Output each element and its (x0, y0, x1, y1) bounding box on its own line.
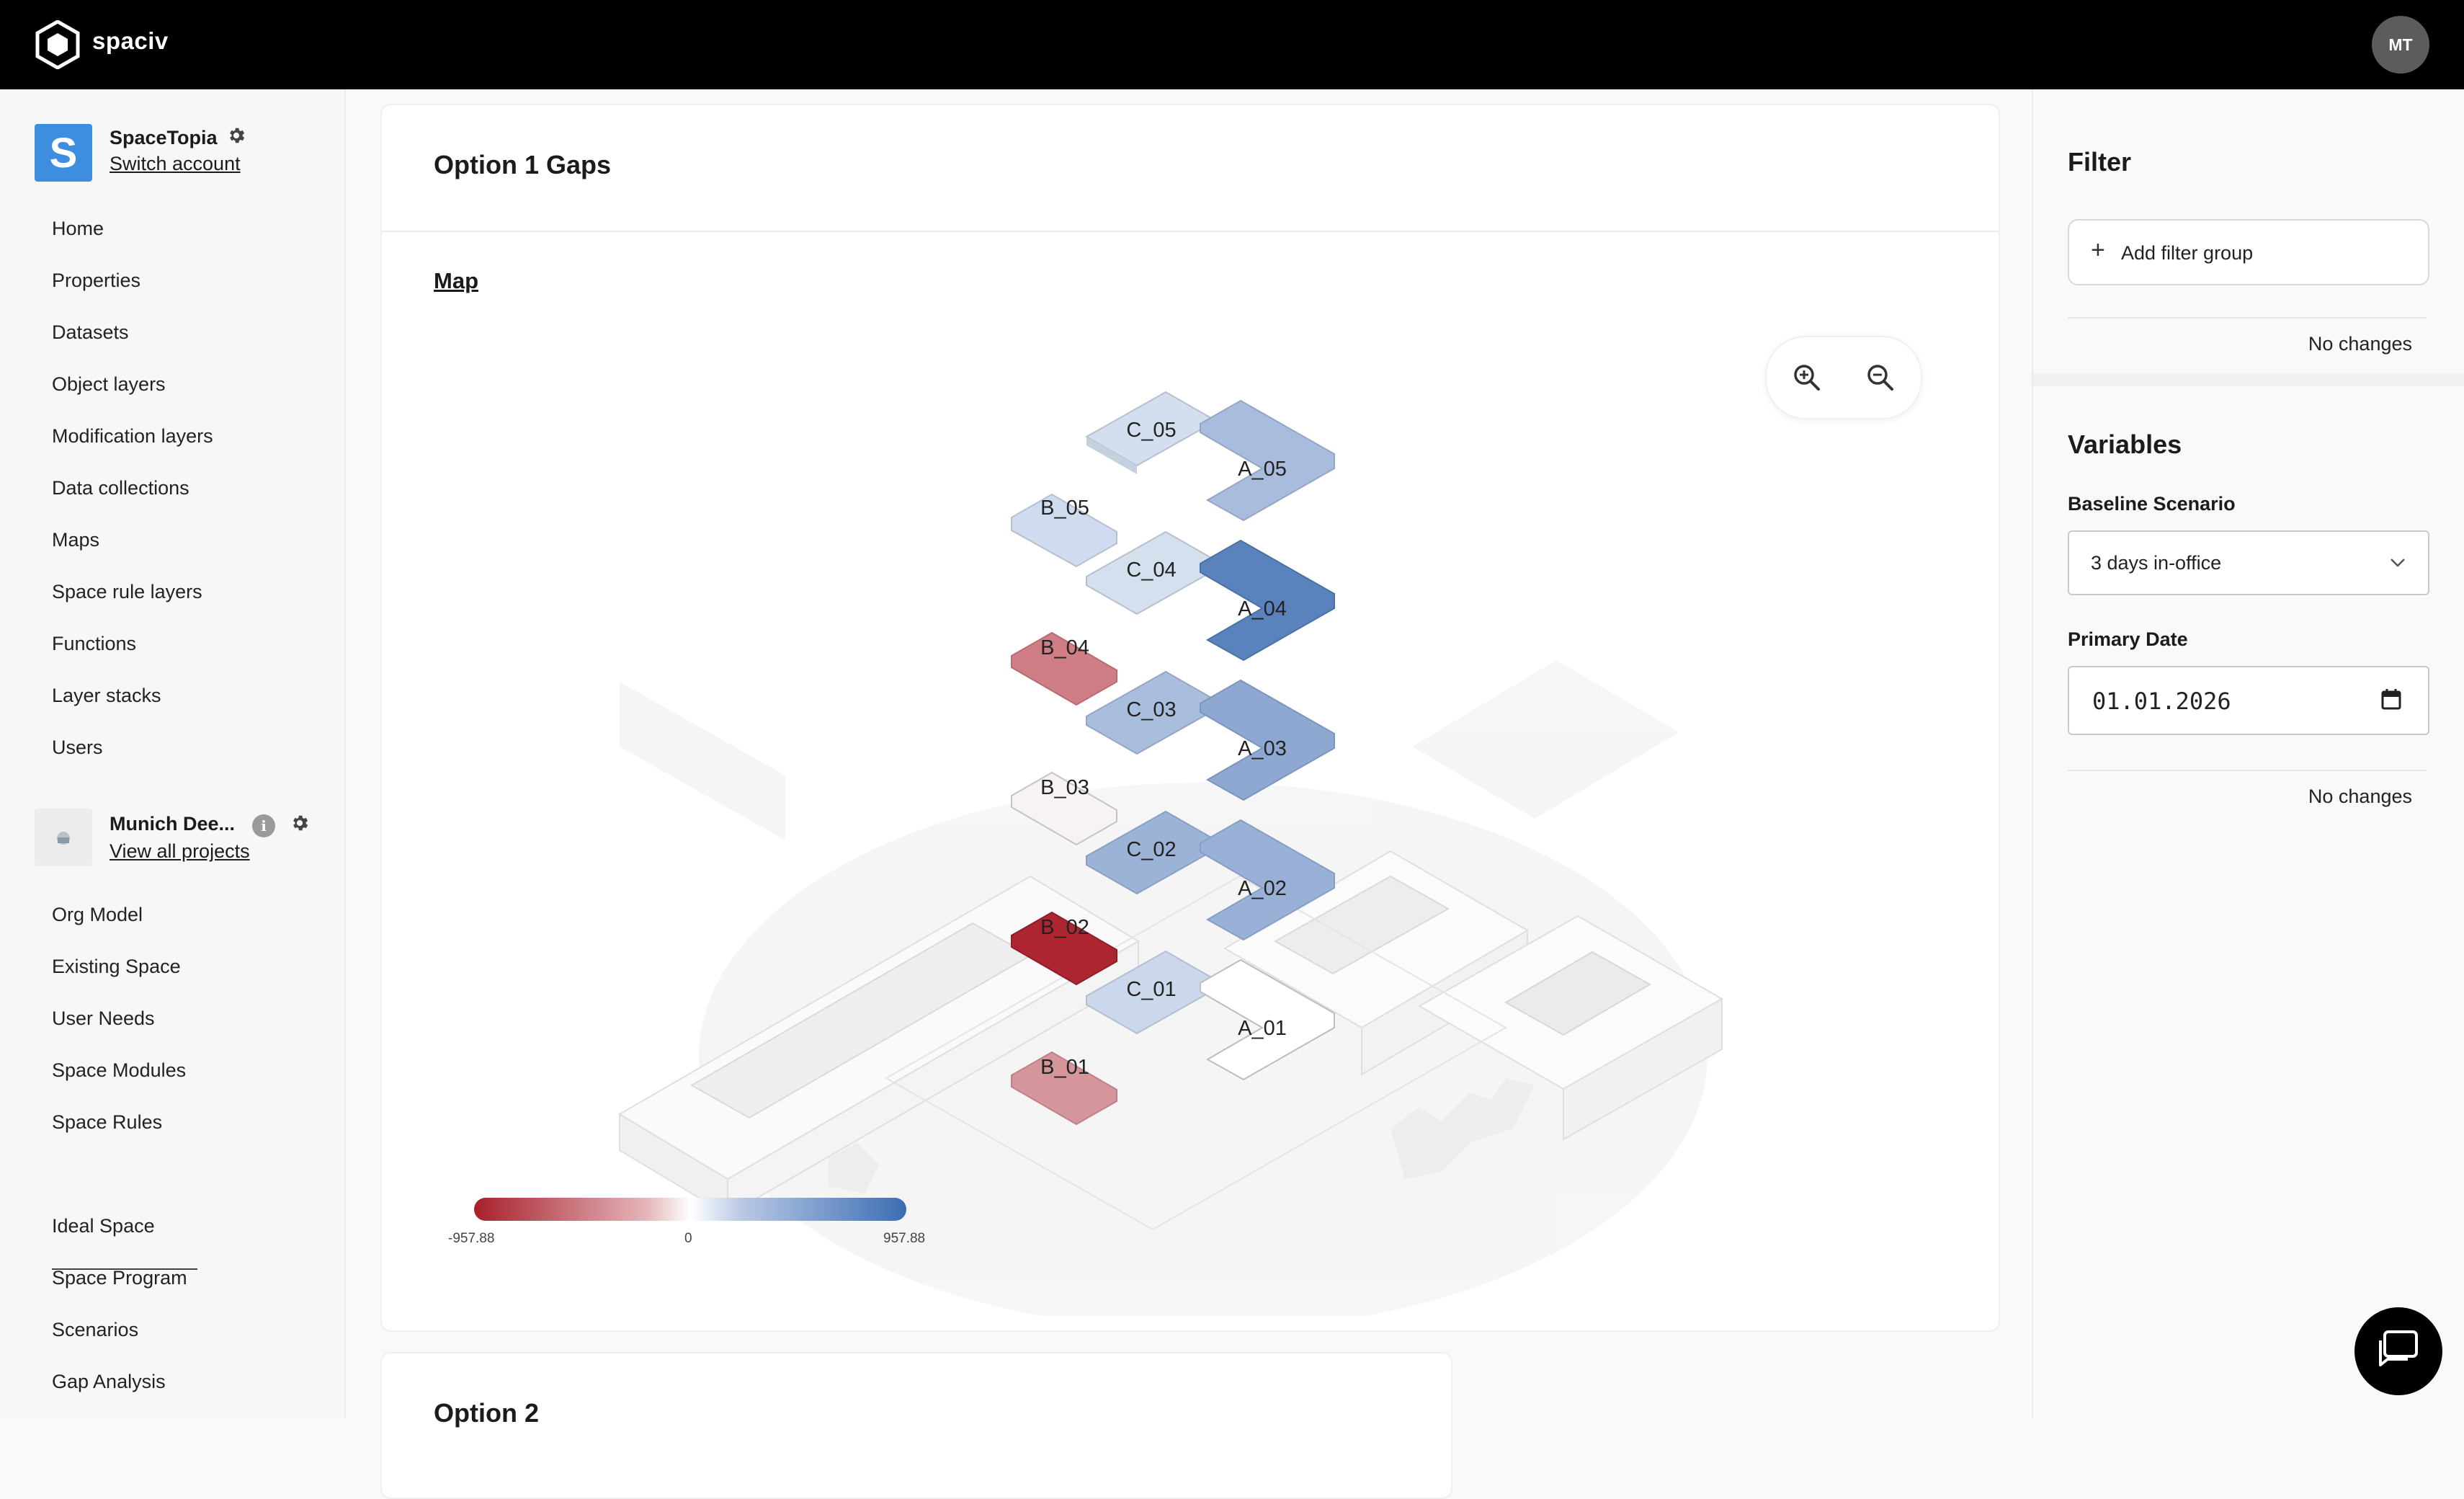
nav-item-users[interactable]: Users (52, 737, 103, 759)
zone-label: B_01 (1040, 1056, 1089, 1079)
project-thumbnail (35, 809, 92, 866)
filter-status: No changes (2308, 333, 2412, 355)
chat-icon (2379, 1330, 2418, 1366)
nav-item-scenarios[interactable]: Scenarios (52, 1319, 138, 1341)
zone-label: B_04 (1040, 636, 1089, 659)
zone-label: C_02 (1126, 838, 1176, 861)
nav-item-object-layers[interactable]: Object layers (52, 373, 166, 396)
zone-label: A_02 (1238, 877, 1287, 900)
info-icon[interactable]: i (252, 814, 275, 837)
nav-item-maps[interactable]: Maps (52, 529, 99, 551)
add-filter-group-button[interactable]: + Add filter group (2068, 219, 2429, 285)
nav-item-space-program[interactable]: Space Program (52, 1267, 187, 1289)
page-title: Option 1 Gaps (434, 150, 612, 179)
primary-date-input[interactable]: 01.01.2026 (2068, 666, 2429, 735)
zone-label: C_05 (1126, 419, 1176, 442)
project-image-icon (57, 832, 70, 845)
nav-item-datasets[interactable]: Datasets (52, 321, 129, 344)
zone-label: A_04 (1238, 597, 1287, 620)
plus-icon: + (2091, 236, 2105, 264)
variables-status: No changes (2308, 786, 2412, 807)
zoom-out-icon[interactable] (1860, 357, 1901, 398)
nav-item-existing-space[interactable]: Existing Space (52, 956, 181, 978)
switch-account-link[interactable]: Switch account (110, 153, 241, 175)
user-avatar[interactable]: MT (2372, 16, 2429, 74)
zone-label: C_01 (1126, 978, 1176, 1001)
nav-item-space-rule-layers[interactable]: Space rule layers (52, 581, 202, 603)
zone-label: A_05 (1238, 458, 1287, 481)
map-view[interactable]: C_05 A_05 B_05 C_04 A_04 B_04 C_03 A_03 … (382, 192, 1999, 1316)
view-all-projects-link[interactable]: View all projects (110, 840, 250, 863)
variables-title: Variables (2068, 430, 2182, 459)
zone-label: A_01 (1238, 1017, 1287, 1040)
nav-item-ideal-space[interactable]: Ideal Space (52, 1215, 155, 1237)
logo-icon[interactable] (35, 20, 81, 69)
variables-divider (2068, 770, 2427, 771)
top-bar: spaciv MT (0, 0, 2464, 89)
nav-item-space-rules[interactable]: Space Rules (52, 1111, 162, 1134)
filter-divider (2068, 317, 2427, 319)
zone-label: C_04 (1126, 559, 1176, 582)
option2-card: Option 2 (380, 1352, 1452, 1499)
nav-item-home[interactable]: Home (52, 218, 104, 240)
zone-label: A_03 (1238, 737, 1287, 760)
primary-date-label: Primary Date (2068, 628, 2188, 650)
nav-item-gap-analysis[interactable]: Gap Analysis (52, 1371, 166, 1393)
chat-button[interactable] (2354, 1307, 2442, 1395)
baseline-scenario-label: Baseline Scenario (2068, 493, 2236, 515)
nav-item-layer-stacks[interactable]: Layer stacks (52, 685, 161, 707)
nav-item-user-needs[interactable]: User Needs (52, 1008, 155, 1030)
legend-max: 957.88 (883, 1231, 926, 1246)
nav-item-properties[interactable]: Properties (52, 270, 140, 292)
zone-label: C_03 (1126, 698, 1176, 721)
brand-name[interactable]: spaciv (92, 27, 169, 55)
baseline-scenario-value: 3 days in-office (2091, 552, 2222, 574)
section-separator (2033, 373, 2464, 386)
filter-title: Filter (2068, 147, 2132, 177)
nav-item-modification-layers[interactable]: Modification layers (52, 425, 213, 448)
account-name: SpaceTopia (110, 127, 218, 148)
gear-icon[interactable] (290, 813, 310, 833)
zone-label: B_02 (1040, 916, 1089, 939)
chevron-down-icon (2391, 559, 2405, 567)
zone-label: B_05 (1040, 497, 1089, 520)
nav-item-org-model[interactable]: Org Model (52, 904, 143, 926)
account-logo: S (35, 124, 92, 182)
sidebar: S SpaceTopia Switch account Home Propert… (0, 89, 346, 1418)
gear-icon[interactable] (226, 125, 246, 146)
zoom-in-icon[interactable] (1787, 357, 1827, 398)
primary-date-value: 01.01.2026 (2092, 688, 2231, 715)
calendar-icon[interactable] (2380, 688, 2402, 711)
nav-item-functions[interactable]: Functions (52, 633, 136, 655)
nav-item-space-modules[interactable]: Space Modules (52, 1059, 186, 1082)
baseline-scenario-select[interactable]: 3 days in-office (2068, 530, 2429, 595)
nav-item-data-collections[interactable]: Data collections (52, 477, 189, 499)
legend-min: -957.88 (448, 1231, 495, 1246)
option2-title: Option 2 (434, 1398, 539, 1428)
zoom-controls (1765, 336, 1922, 419)
add-filter-group-label: Add filter group (2121, 242, 2254, 264)
color-legend (474, 1198, 906, 1221)
gaps-card: Option 1 Gaps Map C_05 A_05 B_05 C_04 A_… (380, 104, 2000, 1332)
project-name: Munich Dee... (110, 813, 236, 835)
zone-label: B_03 (1040, 776, 1089, 799)
right-panel: Filter + Add filter group No changes Var… (2032, 89, 2464, 1418)
legend-mid: 0 (684, 1231, 692, 1246)
